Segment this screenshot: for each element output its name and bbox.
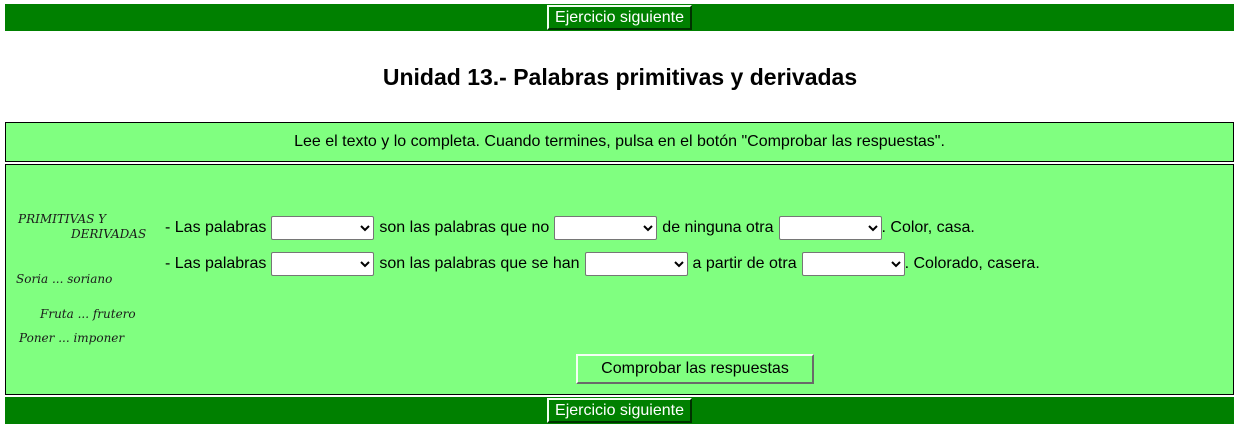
illustration-heading-2: DERIVADAS	[71, 227, 147, 241]
sentence-derivadas: - Las palabras son las palabras que se h…	[165, 252, 1040, 276]
top-nav-bar: Ejercicio siguiente	[5, 4, 1234, 31]
page-title: Unidad 13.- Palabras primitivas y deriva…	[382, 64, 858, 90]
sentence2-text-1: - Las palabras	[165, 255, 267, 272]
sentence1-text-2: son las palabras que no	[379, 219, 550, 236]
sentence2-text-3: a partir de otra	[692, 255, 797, 272]
instructions-box: Lee el texto y lo completa. Cuando termi…	[5, 122, 1234, 162]
sentence2-select-2[interactable]	[584, 252, 688, 276]
next-exercise-button[interactable]: Ejercicio siguiente	[547, 5, 692, 30]
sentence1-select-3[interactable]	[778, 216, 882, 240]
sentence2-select-3[interactable]	[801, 252, 905, 276]
illustration-example-3: Poner ... imponer	[19, 331, 125, 345]
illustration-example-1: Soria ... soriano	[16, 272, 113, 286]
sentence1-select-1[interactable]	[271, 216, 375, 240]
primitivas-derivadas-illustration: PRIMITIVAS Y DERIVADAS Soria ... soriano…	[16, 209, 166, 349]
sentence2-text-2: son las palabras que se han	[379, 255, 580, 272]
illustration-heading-1: PRIMITIVAS Y	[18, 212, 107, 226]
sentence2-text-4: . Colorado, casera.	[904, 255, 1040, 272]
sentence1-text-4: . Color, casa.	[881, 219, 975, 236]
sentence1-select-2[interactable]	[554, 216, 658, 240]
instructions-text: Lee el texto y lo completa. Cuando termi…	[294, 133, 945, 150]
next-exercise-button-bottom[interactable]: Ejercicio siguiente	[547, 398, 692, 423]
bottom-nav-bar: Ejercicio siguiente	[5, 397, 1234, 424]
illustration-example-2: Fruta ... frutero	[40, 307, 136, 321]
sentence2-select-1[interactable]	[271, 252, 375, 276]
sentence1-text-3: de ninguna otra	[662, 219, 774, 236]
check-answers-button[interactable]: Comprobar las respuestas	[576, 354, 814, 384]
sentence-primitivas: - Las palabras son las palabras que no d…	[165, 216, 975, 240]
exercise-panel: PRIMITIVAS Y DERIVADAS Soria ... soriano…	[5, 164, 1234, 395]
sentence1-text-1: - Las palabras	[165, 219, 267, 236]
